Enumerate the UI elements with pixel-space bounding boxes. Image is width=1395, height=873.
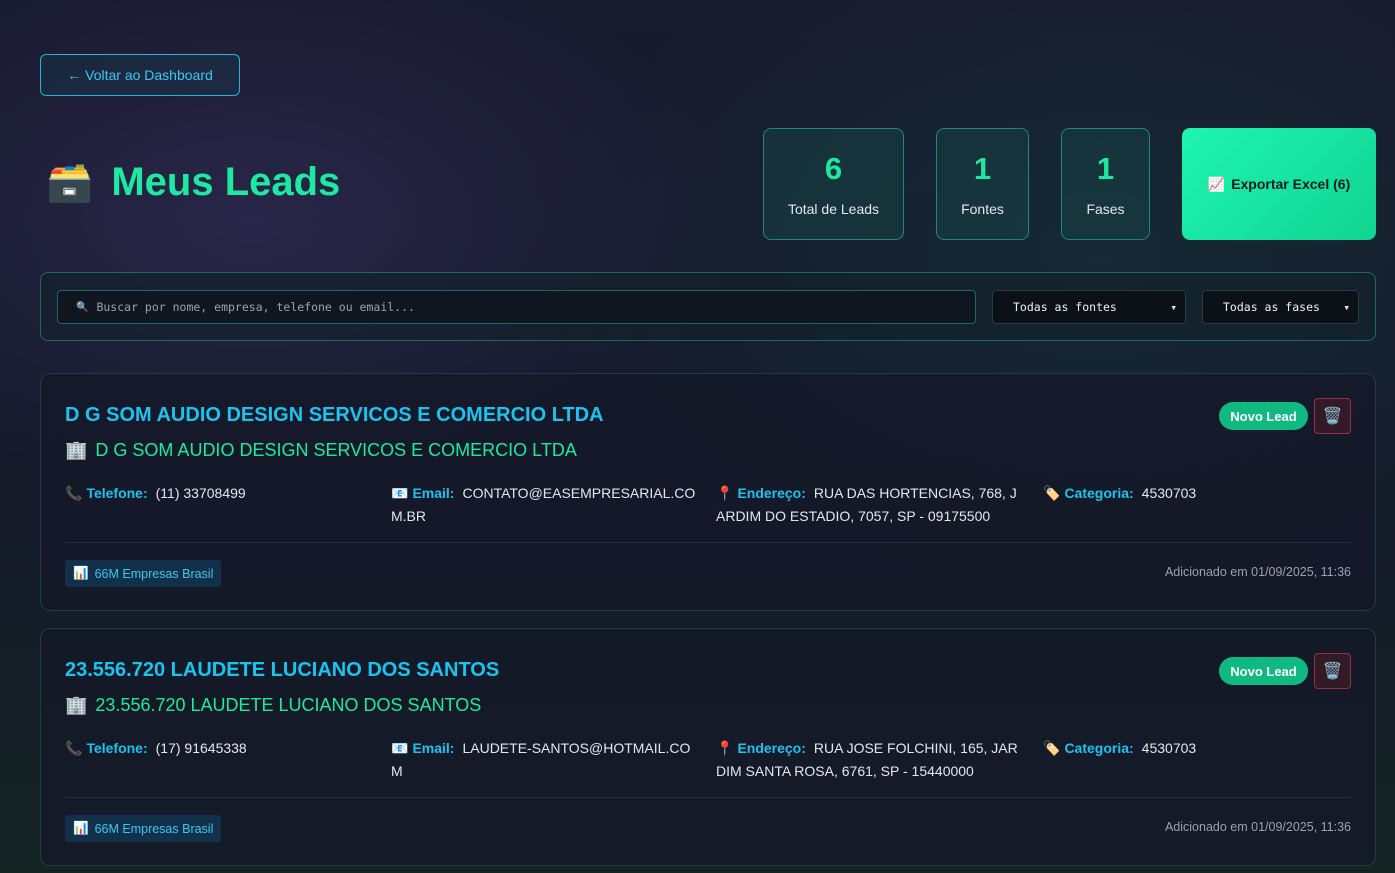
phone-icon: 📞 bbox=[65, 485, 83, 501]
lead-category: 🏷️ Categoria: 4530703 bbox=[1043, 737, 1343, 760]
lead-email: 📧 Email: CONTATO@EASEMPRESARIAL.CO M.BR bbox=[391, 482, 711, 528]
delete-lead-button[interactable]: 🗑️ bbox=[1314, 398, 1351, 434]
export-button-label: Exportar Excel (6) bbox=[1231, 176, 1351, 192]
email-value-line1: LAUDETE-SANTOS@HOTMAIL.CO bbox=[462, 740, 691, 756]
trash-icon: 🗑️ bbox=[1322, 408, 1343, 425]
address-value-line1: RUA DAS HORTENCIAS, 768, J bbox=[813, 485, 1017, 501]
bar-chart-icon: 📊 bbox=[73, 821, 89, 835]
export-excel-button[interactable]: 📈 Exportar Excel (6) bbox=[1182, 128, 1376, 240]
address-label: Endereço: bbox=[737, 740, 806, 756]
source-select-value: Todas as fontes bbox=[1013, 300, 1117, 314]
lead-company: 🏢 D G SOM AUDIO DESIGN SERVICOS E COMERC… bbox=[65, 440, 577, 461]
phase-select-value: Todas as fases bbox=[1223, 300, 1320, 314]
phone-label: Telefone: bbox=[86, 740, 148, 756]
category-value: 4530703 bbox=[1141, 740, 1197, 756]
stat-sources: 1 Fontes bbox=[936, 128, 1029, 240]
email-icon: 📧 bbox=[391, 740, 409, 756]
card-file-box-icon: 🗃️ bbox=[46, 161, 94, 204]
phone-value: (11) 33708499 bbox=[155, 485, 246, 501]
email-value-line2: M.BR bbox=[391, 508, 426, 524]
lead-category: 🏷️ Categoria: 4530703 bbox=[1043, 482, 1343, 505]
stat-label: Fases bbox=[1086, 201, 1125, 217]
category-value: 4530703 bbox=[1141, 485, 1197, 501]
status-badge: Novo Lead bbox=[1219, 402, 1308, 430]
phase-filter-select[interactable]: Todas as fases ▾ bbox=[1202, 290, 1359, 324]
lead-address: 📍 Endereço: RUA JOSE FOLCHINI, 165, JAR DIM… bbox=[716, 737, 1036, 783]
status-badge: Novo Lead bbox=[1219, 657, 1308, 685]
email-value-line2: M bbox=[391, 763, 403, 779]
source-filter-select[interactable]: Todas as fontes ▾ bbox=[992, 290, 1186, 324]
address-value-line1: RUA JOSE FOLCHINI, 165, JAR bbox=[813, 740, 1018, 756]
stat-value: 1 bbox=[1096, 151, 1115, 186]
lead-name: 23.556.720 LAUDETE LUCIANO DOS SANTOS bbox=[65, 659, 500, 681]
lead-company-text: D G SOM AUDIO DESIGN SERVICOS E COMERCIO… bbox=[95, 440, 577, 460]
delete-lead-button[interactable]: 🗑️ bbox=[1314, 653, 1351, 689]
back-to-dashboard-button[interactable]: ← Voltar ao Dashboard bbox=[40, 54, 240, 96]
lead-company-text: 23.556.720 LAUDETE LUCIANO DOS SANTOS bbox=[95, 695, 482, 715]
search-input[interactable]: 🔍 Buscar por nome, empresa, telefone ou … bbox=[57, 290, 976, 324]
stat-label: Fontes bbox=[961, 201, 1004, 217]
stat-label: Total de Leads bbox=[787, 201, 880, 217]
page-title: 🗃️ Meus Leads bbox=[46, 160, 340, 205]
stat-value: 6 bbox=[824, 151, 843, 186]
source-tag: 📊 66M Empresas Brasil bbox=[65, 815, 222, 842]
stat-phases: 1 Fases bbox=[1061, 128, 1150, 240]
lead-address: 📍 Endereço: RUA DAS HORTENCIAS, 768, J ARDI… bbox=[716, 482, 1036, 528]
phone-label: Telefone: bbox=[86, 485, 148, 501]
office-building-icon: 🏢 bbox=[65, 695, 88, 715]
map-pin-icon: 📍 bbox=[716, 740, 734, 756]
phone-value: (17) 91645338 bbox=[155, 740, 247, 756]
address-value-line2: DIM SANTA ROSA, 6761, SP - 15440000 bbox=[716, 763, 974, 779]
page-title-text: Meus Leads bbox=[111, 160, 341, 204]
added-timestamp: Adicionado em 01/09/2025, 11:36 bbox=[1164, 565, 1351, 579]
chevron-down-icon: ▾ bbox=[1170, 300, 1177, 314]
office-building-icon: 🏢 bbox=[65, 440, 88, 460]
lead-card: 23.556.720 LAUDETE LUCIANO DOS SANTOS 🏢 … bbox=[40, 628, 1376, 866]
tag-icon: 🏷️ bbox=[1043, 740, 1061, 756]
email-label: Email: bbox=[412, 740, 455, 756]
email-label: Email: bbox=[412, 485, 455, 501]
added-timestamp: Adicionado em 01/09/2025, 11:36 bbox=[1164, 820, 1351, 834]
lead-company: 🏢 23.556.720 LAUDETE LUCIANO DOS SANTOS bbox=[65, 695, 481, 716]
lead-phone: 📞 Telefone: (17) 91645338 bbox=[65, 737, 375, 760]
stat-total-leads: 6 Total de Leads bbox=[763, 128, 904, 240]
email-value-line1: CONTATO@EASEMPRESARIAL.CO bbox=[462, 485, 696, 501]
trash-icon: 🗑️ bbox=[1322, 663, 1343, 680]
address-value-line2: ARDIM DO ESTADIO, 7057, SP - 09175500 bbox=[716, 508, 991, 524]
stat-value: 1 bbox=[973, 151, 992, 186]
chevron-down-icon: ▾ bbox=[1343, 300, 1350, 314]
phone-icon: 📞 bbox=[65, 740, 83, 756]
tag-icon: 🏷️ bbox=[1043, 485, 1061, 501]
lead-email: 📧 Email: LAUDETE-SANTOS@HOTMAIL.CO M bbox=[391, 737, 711, 783]
source-tag-label: 66M Empresas Brasil bbox=[94, 566, 214, 581]
email-icon: 📧 bbox=[391, 485, 409, 501]
category-label: Categoria: bbox=[1064, 485, 1134, 501]
lead-name: D G SOM AUDIO DESIGN SERVICOS E COMERCIO… bbox=[65, 404, 604, 426]
lead-card: D G SOM AUDIO DESIGN SERVICOS E COMERCIO… bbox=[40, 373, 1376, 611]
bar-chart-icon: 📊 bbox=[73, 566, 89, 580]
back-button-label: ← Voltar ao Dashboard bbox=[67, 67, 213, 83]
filter-bar: 🔍 Buscar por nome, empresa, telefone ou … bbox=[40, 272, 1376, 341]
source-tag: 📊 66M Empresas Brasil bbox=[65, 560, 222, 587]
address-label: Endereço: bbox=[737, 485, 806, 501]
chart-increasing-icon: 📈 bbox=[1207, 175, 1226, 192]
search-placeholder: Buscar por nome, empresa, telefone ou em… bbox=[96, 300, 415, 314]
lead-phone: 📞 Telefone: (11) 33708499 bbox=[65, 482, 375, 505]
divider bbox=[65, 797, 1351, 798]
divider bbox=[65, 542, 1351, 543]
source-tag-label: 66M Empresas Brasil bbox=[94, 821, 214, 836]
search-icon: 🔍 bbox=[76, 301, 89, 313]
map-pin-icon: 📍 bbox=[716, 485, 734, 501]
category-label: Categoria: bbox=[1064, 740, 1134, 756]
